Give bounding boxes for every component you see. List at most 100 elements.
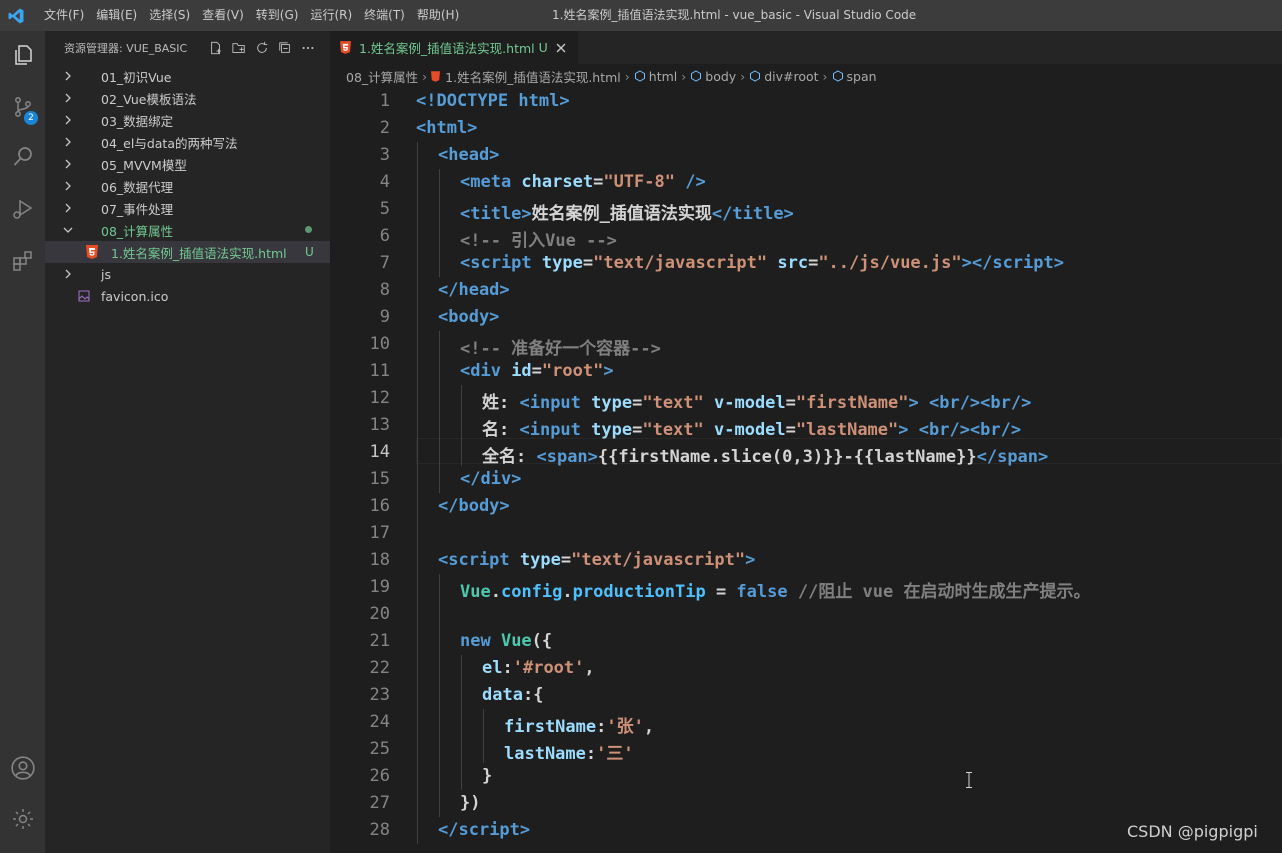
refresh-icon[interactable] [254,40,270,56]
watermark: CSDN @pigpigpi [1127,822,1258,841]
code-token: }) [460,793,481,813]
code-line[interactable]: }) [460,793,480,813]
menu-terminal[interactable]: 终端(T) [358,0,411,31]
code-token: = [705,582,737,602]
code-line[interactable]: <head> [438,145,499,165]
folder-08[interactable]: 08_计算属性 [45,219,330,241]
code-line[interactable]: <script type="text/javascript"> [438,550,755,570]
file-favicon[interactable]: favicon.ico [45,285,330,307]
code-token: 姓: [482,393,520,413]
folder-02[interactable]: 02_Vue模板语法 [45,87,330,109]
menu-run[interactable]: 运行(R) [304,0,358,31]
code-line[interactable]: <!-- 准备好一个容器--> [460,334,661,359]
run-debug-icon[interactable] [0,185,45,233]
menu-go[interactable]: 转到(G) [250,0,305,31]
code-token: <!-- 引入Vue --> [460,231,617,251]
code-line[interactable]: new Vue({ [460,631,552,651]
code-token: <body> [438,307,500,327]
chevron-right-icon [60,90,76,106]
folder-01[interactable]: 01_初识Vue [45,65,330,87]
folder-05[interactable]: 05_MVVM模型 [45,153,330,175]
indent-guide [483,709,484,763]
folder-04[interactable]: 04_el与data的两种写法 [45,131,330,153]
menu-edit[interactable]: 编辑(E) [90,0,143,31]
code-token: : [585,744,597,764]
code-line[interactable]: <meta charset="UTF-8" /> [460,172,706,192]
new-file-icon[interactable] [208,40,224,56]
line-number: 24 [369,712,390,732]
collapse-all-icon[interactable] [277,40,293,56]
chevron-right-icon [60,156,76,172]
folder-03[interactable]: 03_数据绑定 [45,109,330,131]
tab-status: U [538,40,548,55]
breadcrumb-file[interactable]: 1.姓名案例_插值语法实现.html [445,67,621,86]
code-line[interactable]: 姓: <input type="text" v-model="firstName… [482,388,1031,413]
menu-help[interactable]: 帮助(H) [411,0,465,31]
code-line[interactable]: <div id="root"> [460,361,614,381]
chevron-right-icon [60,112,76,128]
line-number: 27 [369,793,390,813]
image-file-icon [78,290,90,305]
code-token: } [482,766,493,786]
code-line[interactable]: } [482,766,492,786]
code-token: > [603,361,614,381]
file-html[interactable]: 1.姓名案例_插值语法实现.html U [45,241,330,263]
code-token: <br/><br/> [918,420,1022,440]
breadcrumb-div[interactable]: div#root [764,69,818,84]
explorer-header: 资源管理器: VUE_BASIC [45,31,330,64]
code-line[interactable]: 全名: <span>{{firstName.slice(0,3)}}-{{las… [482,442,1048,467]
folder-js[interactable]: js [45,263,330,285]
code-line[interactable]: 名: <input type="text" v-model="lastName"… [482,415,1021,440]
tree-item-label: 1.姓名案例_插值语法实现.html [111,245,287,261]
code-token: type [541,253,583,273]
code-line[interactable]: el:'#root', [482,658,595,678]
code-token: data [482,685,523,705]
extensions-icon[interactable] [0,237,45,285]
breadcrumb-folder[interactable]: 08_计算属性 [346,67,418,86]
line-number: 17 [369,523,390,543]
code-line[interactable]: Vue.config.productionTip = false //阻止 vu… [460,577,1091,602]
code-line[interactable]: </body> [438,496,510,516]
code-line[interactable]: </script> [438,820,530,840]
breadcrumb-html[interactable]: html [649,69,677,84]
source-control-icon[interactable]: 2 [0,83,45,131]
new-folder-icon[interactable] [231,40,247,56]
code-line[interactable]: <!-- 引入Vue --> [460,226,617,251]
code-token: <!-- 准备好一个容器--> [460,339,661,359]
code-token: Vue [460,582,491,602]
code-line[interactable]: </div> [460,469,521,489]
code-line[interactable]: firstName:'张', [504,712,654,737]
settings-gear-icon[interactable] [0,795,45,843]
tab-html-file[interactable]: 1.姓名案例_插值语法实现.html U [330,31,578,64]
menu-file[interactable]: 文件(F) [38,0,90,31]
tree-item-label: js [101,266,111,282]
code-token: "UTF-8" [603,172,675,192]
code-token: "text" [642,420,704,440]
code-token: > [1053,253,1064,273]
chevron-right-icon [60,200,76,216]
code-line[interactable]: <script type="text/javascript" src="../j… [460,253,1064,273]
folder-07[interactable]: 07_事件处理 [45,197,330,219]
code-line[interactable]: <body> [438,307,499,327]
chevron-right-icon [60,68,76,84]
folder-06[interactable]: 06_数据代理 [45,175,330,197]
close-icon[interactable] [556,43,566,53]
code-token: productionTip [572,582,706,602]
code-line[interactable]: <!DOCTYPE html> [416,91,570,111]
menu-selection[interactable]: 选择(S) [143,0,196,31]
code-line[interactable]: lastName:'三' [504,739,634,764]
breadcrumb-body[interactable]: body [705,69,736,84]
more-actions-icon[interactable] [300,40,316,56]
code-token: </body> [438,496,510,516]
code-token: </title> [711,204,794,224]
code-line[interactable]: data:{ [482,685,543,705]
explorer-icon[interactable] [0,31,45,79]
breadcrumb-span[interactable]: span [847,69,877,84]
code-editor[interactable]: 1 2 3 4 5 6 7 8 9 10 11 12 13 14 15 16 1… [330,88,1282,853]
code-line[interactable]: <title>姓名案例_插值语法实现</title> [460,199,794,224]
search-icon[interactable] [0,133,45,181]
code-line[interactable]: </head> [438,280,510,300]
code-line[interactable]: <html> [416,118,477,138]
menu-view[interactable]: 查看(V) [196,0,250,31]
account-icon[interactable] [0,744,45,792]
